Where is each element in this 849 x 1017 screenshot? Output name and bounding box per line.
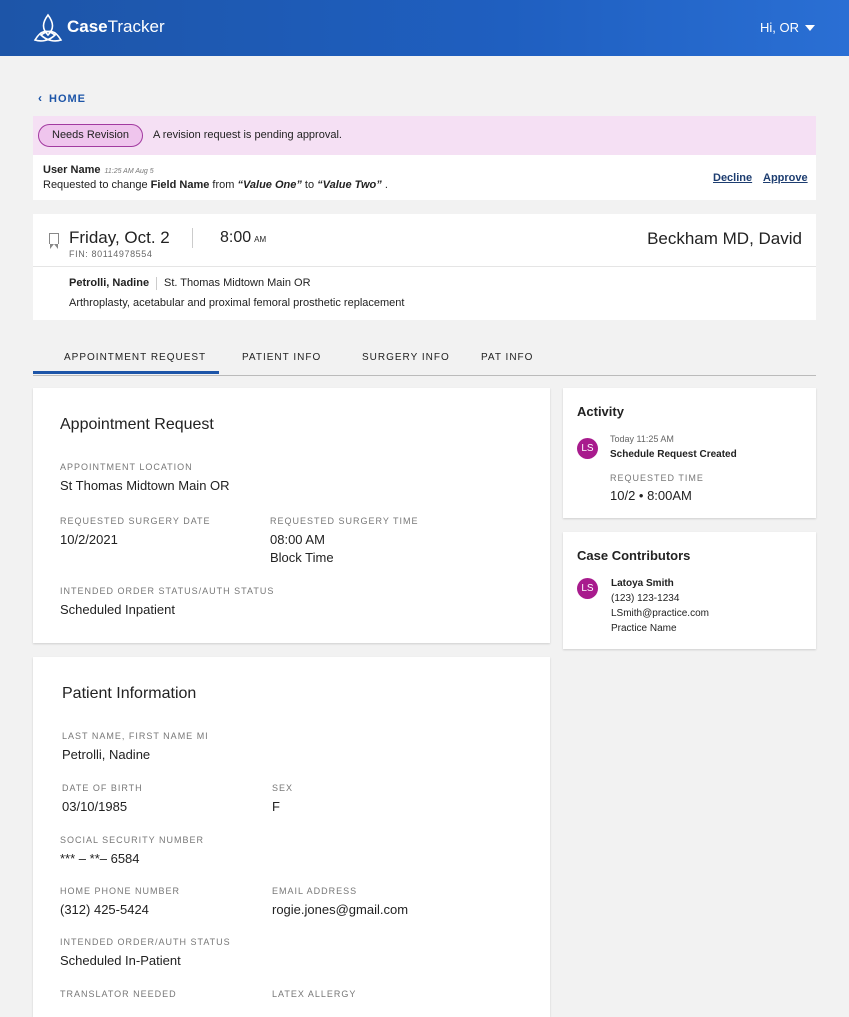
patient-information-title: Patient Information [62, 685, 197, 702]
divider [192, 228, 193, 248]
order-auth-value: Scheduled In-Patient [60, 953, 181, 968]
appointment-request-card: Appointment Request APPOINTMENT LOCATION… [33, 388, 550, 643]
home-phone-label: HOME PHONE NUMBER [60, 886, 181, 896]
avatar: LS [577, 438, 598, 459]
patient-name-value: Petrolli, Nadine [62, 747, 151, 762]
casetracker-logo-icon [33, 13, 63, 42]
activity-time: Today 11:25 AM [610, 434, 674, 444]
latex-allergy-label: LATEX ALLERGY [272, 989, 357, 999]
requested-time-label: REQUESTED TIME [610, 473, 704, 483]
decline-button[interactable]: Decline [713, 172, 752, 184]
order-status-value: Scheduled Inpatient [60, 602, 175, 617]
dob-label: DATE OF BIRTH [62, 783, 143, 793]
patient-name-label: LAST NAME, FIRST NAME MI [62, 731, 209, 741]
case-location: St. Thomas Midtown Main OR [164, 277, 311, 289]
surgery-date-label: REQUESTED SURGERY DATE [60, 516, 211, 526]
tab-bar: APPOINTMENT REQUEST PATIENT INFO SURGERY… [33, 343, 816, 376]
surgery-date-value: 10/2/2021 [60, 532, 118, 547]
dob-value: 03/10/1985 [62, 799, 128, 814]
case-date: Friday, Oct. 2 [69, 228, 170, 247]
revision-description: Requested to change Field Name from “Val… [43, 179, 388, 191]
patient-information-card: Patient Information LAST NAME, FIRST NAM… [33, 657, 550, 1017]
revision-timestamp: 11:25 AM Aug 5 [104, 168, 154, 175]
avatar: LS [577, 578, 598, 599]
appointment-location-value: St Thomas Midtown Main OR [60, 478, 230, 493]
case-contributors-card: Case Contributors LS Latoya Smith (123) … [563, 532, 816, 649]
revision-banner: Needs Revision A revision request is pen… [33, 116, 816, 155]
tab-patient-info[interactable]: PATIENT INFO [242, 352, 321, 363]
tab-pat-info[interactable]: PAT INFO [481, 352, 533, 363]
block-time-value: Block Time [270, 550, 334, 565]
revision-detail: User Name 11:25 AM Aug 5 Requested to cha… [33, 155, 816, 200]
divider [33, 266, 816, 267]
patient-name: Petrolli, Nadine [69, 277, 150, 289]
contributor-practice: Practice Name [611, 623, 677, 634]
email-value: rogie.jones@gmail.com [272, 902, 409, 917]
fin-number: FIN: 80114978554 [69, 249, 153, 259]
top-bar: CaseTracker Hi, OR [0, 0, 849, 56]
revision-message: A revision request is pending approval. [153, 129, 342, 141]
active-tab-indicator [33, 371, 219, 374]
appointment-location-label: APPOINTMENT LOCATION [60, 462, 193, 472]
brand-name[interactable]: CaseTracker [67, 17, 165, 37]
translator-label: TRANSLATOR NEEDED [60, 989, 177, 999]
contributor-email[interactable]: LSmith@practice.com [611, 608, 709, 619]
divider [156, 277, 157, 290]
tab-appointment-request[interactable]: APPOINTMENT REQUEST [64, 352, 206, 363]
case-contributors-title: Case Contributors [577, 548, 691, 563]
sex-value: F [272, 799, 280, 814]
contributor-phone: (123) 123-1234 [611, 593, 680, 604]
chevron-left-icon: ‹ [38, 91, 43, 105]
approve-button[interactable]: Approve [763, 172, 808, 184]
revision-requester: User Name 11:25 AM Aug 5 [43, 164, 154, 176]
surgeon-name: Beckham MD, David [647, 229, 802, 248]
home-link[interactable]: ‹ HOME [38, 91, 86, 105]
bookmark-icon[interactable] [49, 233, 59, 249]
activity-title: Activity [577, 404, 624, 419]
case-time: 8:00 AM [220, 229, 267, 246]
requested-time-value: 10/2 • 8:00AM [610, 488, 692, 503]
needs-revision-badge: Needs Revision [38, 124, 144, 147]
activity-card: Activity LS Today 11:25 AM Schedule Requ… [563, 388, 816, 518]
contributor-name: Latoya Smith [611, 578, 674, 589]
surgery-time-value: 08:00 AM [270, 532, 325, 547]
sex-label: SEX [272, 783, 294, 793]
chevron-down-icon[interactable] [805, 25, 815, 31]
order-status-label: INTENDED ORDER STATUS/AUTH STATUS [60, 586, 275, 596]
tab-surgery-info[interactable]: SURGERY INFO [362, 352, 450, 363]
appointment-request-title: Appointment Request [60, 416, 214, 433]
ssn-label: SOCIAL SECURITY NUMBER [60, 835, 205, 845]
ssn-value: *** – **– 6584 [60, 851, 140, 866]
activity-event: Schedule Request Created [610, 449, 737, 460]
user-greeting[interactable]: Hi, OR [760, 20, 799, 35]
order-auth-label: INTENDED ORDER/AUTH STATUS [60, 937, 231, 947]
procedure-description: Arthroplasty, acetabular and proximal fe… [69, 297, 405, 309]
case-summary-card: Friday, Oct. 2 FIN: 80114978554 8:00 AM B… [33, 214, 816, 320]
email-label: EMAIL ADDRESS [272, 886, 358, 896]
surgery-time-label: REQUESTED SURGERY TIME [270, 516, 419, 526]
home-phone-value: (312) 425-5424 [60, 902, 149, 917]
